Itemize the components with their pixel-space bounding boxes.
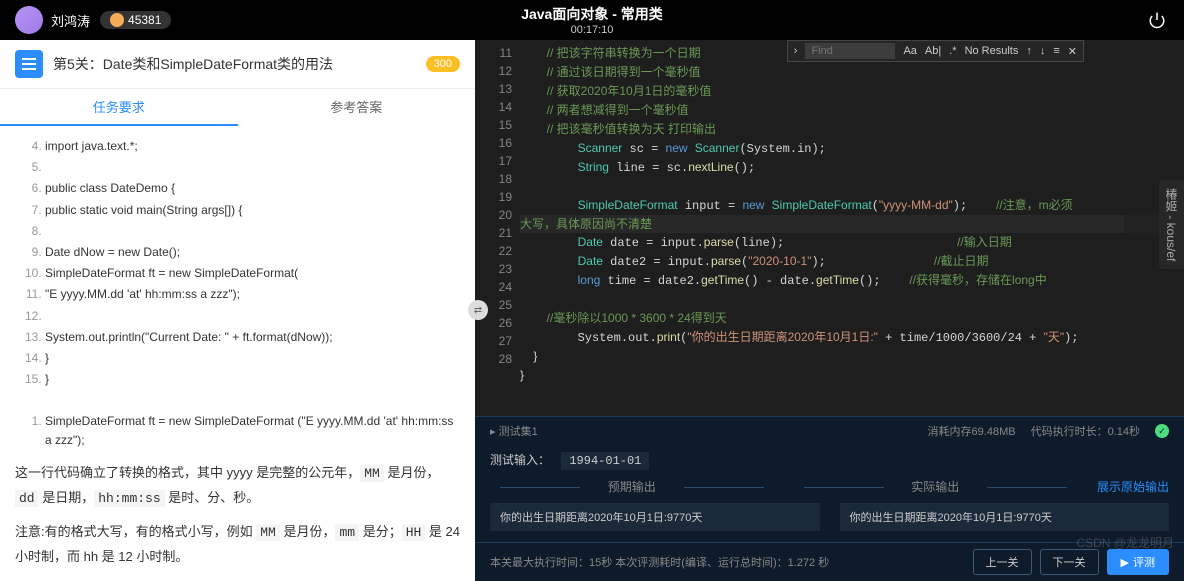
next-button[interactable]: 下一关 [1040,549,1099,575]
find-down-icon[interactable]: ↓ [1040,45,1046,57]
coins-count: 45381 [128,13,161,27]
avatar[interactable] [15,6,43,34]
horizontal-drag-handle[interactable]: ⇄ [468,300,488,320]
expected-output: 你的出生日期距离2020年10月1日:9770天 [490,503,820,531]
memory-info: 消耗内存69.48MB [928,423,1016,439]
watermark: CSDN @龙龙明月 [1076,534,1174,551]
find-input[interactable] [805,43,895,59]
find-close-icon[interactable]: ✕ [1068,45,1077,58]
actual-label: 实际输出 [794,478,1078,495]
time-info: 代码执行时长：0.14秒 [1031,423,1140,439]
evaluate-button[interactable]: ▶ 评测 [1107,549,1169,575]
test-input-value: 1994-01-01 [561,452,649,470]
tab-requirements[interactable]: 任务要求 [0,89,238,126]
output-labels-row: 预期输出 实际输出 展示原始输出 [475,474,1184,499]
test-input-label: 测试输入： [490,453,550,467]
tab-answer[interactable]: 参考答案 [238,89,476,126]
coin-icon [110,13,124,27]
paragraph-2: 注意:有的格式大写，有的格式小写，例如 MM 是月份，mm 是分；HH 是 24… [15,520,460,568]
check-icon: ✓ [1155,424,1169,438]
line-gutter: 111213141516171819202122232425262728 [475,40,520,416]
bottom-info: 本关最大执行时间：15秒 本次评测耗时(编译、运行总时间)：1.272 秒 [490,554,829,570]
coins-badge[interactable]: 45381 [100,11,171,29]
task-title: 第5关：Date类和SimpleDateFormat类的用法 [53,54,426,74]
test-set-label[interactable]: ▸ 测试集1 [490,423,538,439]
find-case-icon[interactable]: Aa [903,45,916,57]
find-regex-icon[interactable]: .* [949,45,956,57]
prev-button[interactable]: 上一关 [973,549,1032,575]
left-header: 第5关：Date类和SimpleDateFormat类的用法 300 [0,40,475,89]
find-bar: › Aa Ab| .* No Results ↑ ↓ ≡ ✕ [787,40,1084,62]
find-up-icon[interactable]: ↑ [1026,45,1032,57]
right-panel: › Aa Ab| .* No Results ↑ ↓ ≡ ✕ 111213141… [475,40,1184,581]
code-area[interactable]: // 把该字符串转换为一个日期 // 通过该日期得到一个毫秒值 // 获取202… [520,40,1184,416]
header-center: Java面向对象 - 常用类 00:17:10 [521,4,663,36]
result-header: ▸ 测试集1 消耗内存69.48MB 代码执行时长：0.14秒 ✓ [475,417,1184,445]
paragraph-1: 这一行代码确立了转换的格式，其中 yyyy 是完整的公元年，MM 是月份，dd … [15,461,460,510]
side-label[interactable]: 椿姬 - kous/ef [1159,180,1184,269]
points-badge: 300 [426,56,460,72]
play-icon: ▶ [1121,556,1129,569]
top-header: 刘鸿涛 45381 Java面向对象 - 常用类 00:17:10 [0,0,1184,40]
course-title: Java面向对象 - 常用类 [521,4,663,24]
left-panel: 第5关：Date类和SimpleDateFormat类的用法 300 任务要求 … [0,40,475,581]
code-block-2: SimpleDateFormat ft = new SimpleDateForm… [15,411,460,451]
find-selection-icon[interactable]: ≡ [1053,45,1059,57]
tabs: 任务要求 参考答案 [0,89,475,126]
find-results: No Results [965,45,1019,57]
menu-button[interactable] [15,50,43,78]
power-button[interactable] [1145,8,1169,32]
code-block-1: import java.text.*; public class DateDem… [15,136,460,390]
username: 刘鸿涛 [51,11,90,30]
result-panel: ▸ 测试集1 消耗内存69.48MB 代码执行时长：0.14秒 ✓ 测试输入： … [475,416,1184,581]
timer: 00:17:10 [521,24,663,36]
actual-output: 你的出生日期距离2020年10月1日:9770天 [840,503,1170,531]
find-word-icon[interactable]: Ab| [925,45,941,57]
show-raw-link[interactable]: 展示原始输出 [1097,478,1169,495]
content-area[interactable]: import java.text.*; public class DateDem… [0,126,475,581]
output-boxes: 你的出生日期距离2020年10月1日:9770天 你的出生日期距离2020年10… [475,499,1184,535]
test-input-row: 测试输入： 1994-01-01 [475,445,1184,474]
find-prev-icon[interactable]: › [794,45,798,57]
editor-area[interactable]: › Aa Ab| .* No Results ↑ ↓ ≡ ✕ 111213141… [475,40,1184,416]
expected-label: 预期输出 [490,478,774,495]
